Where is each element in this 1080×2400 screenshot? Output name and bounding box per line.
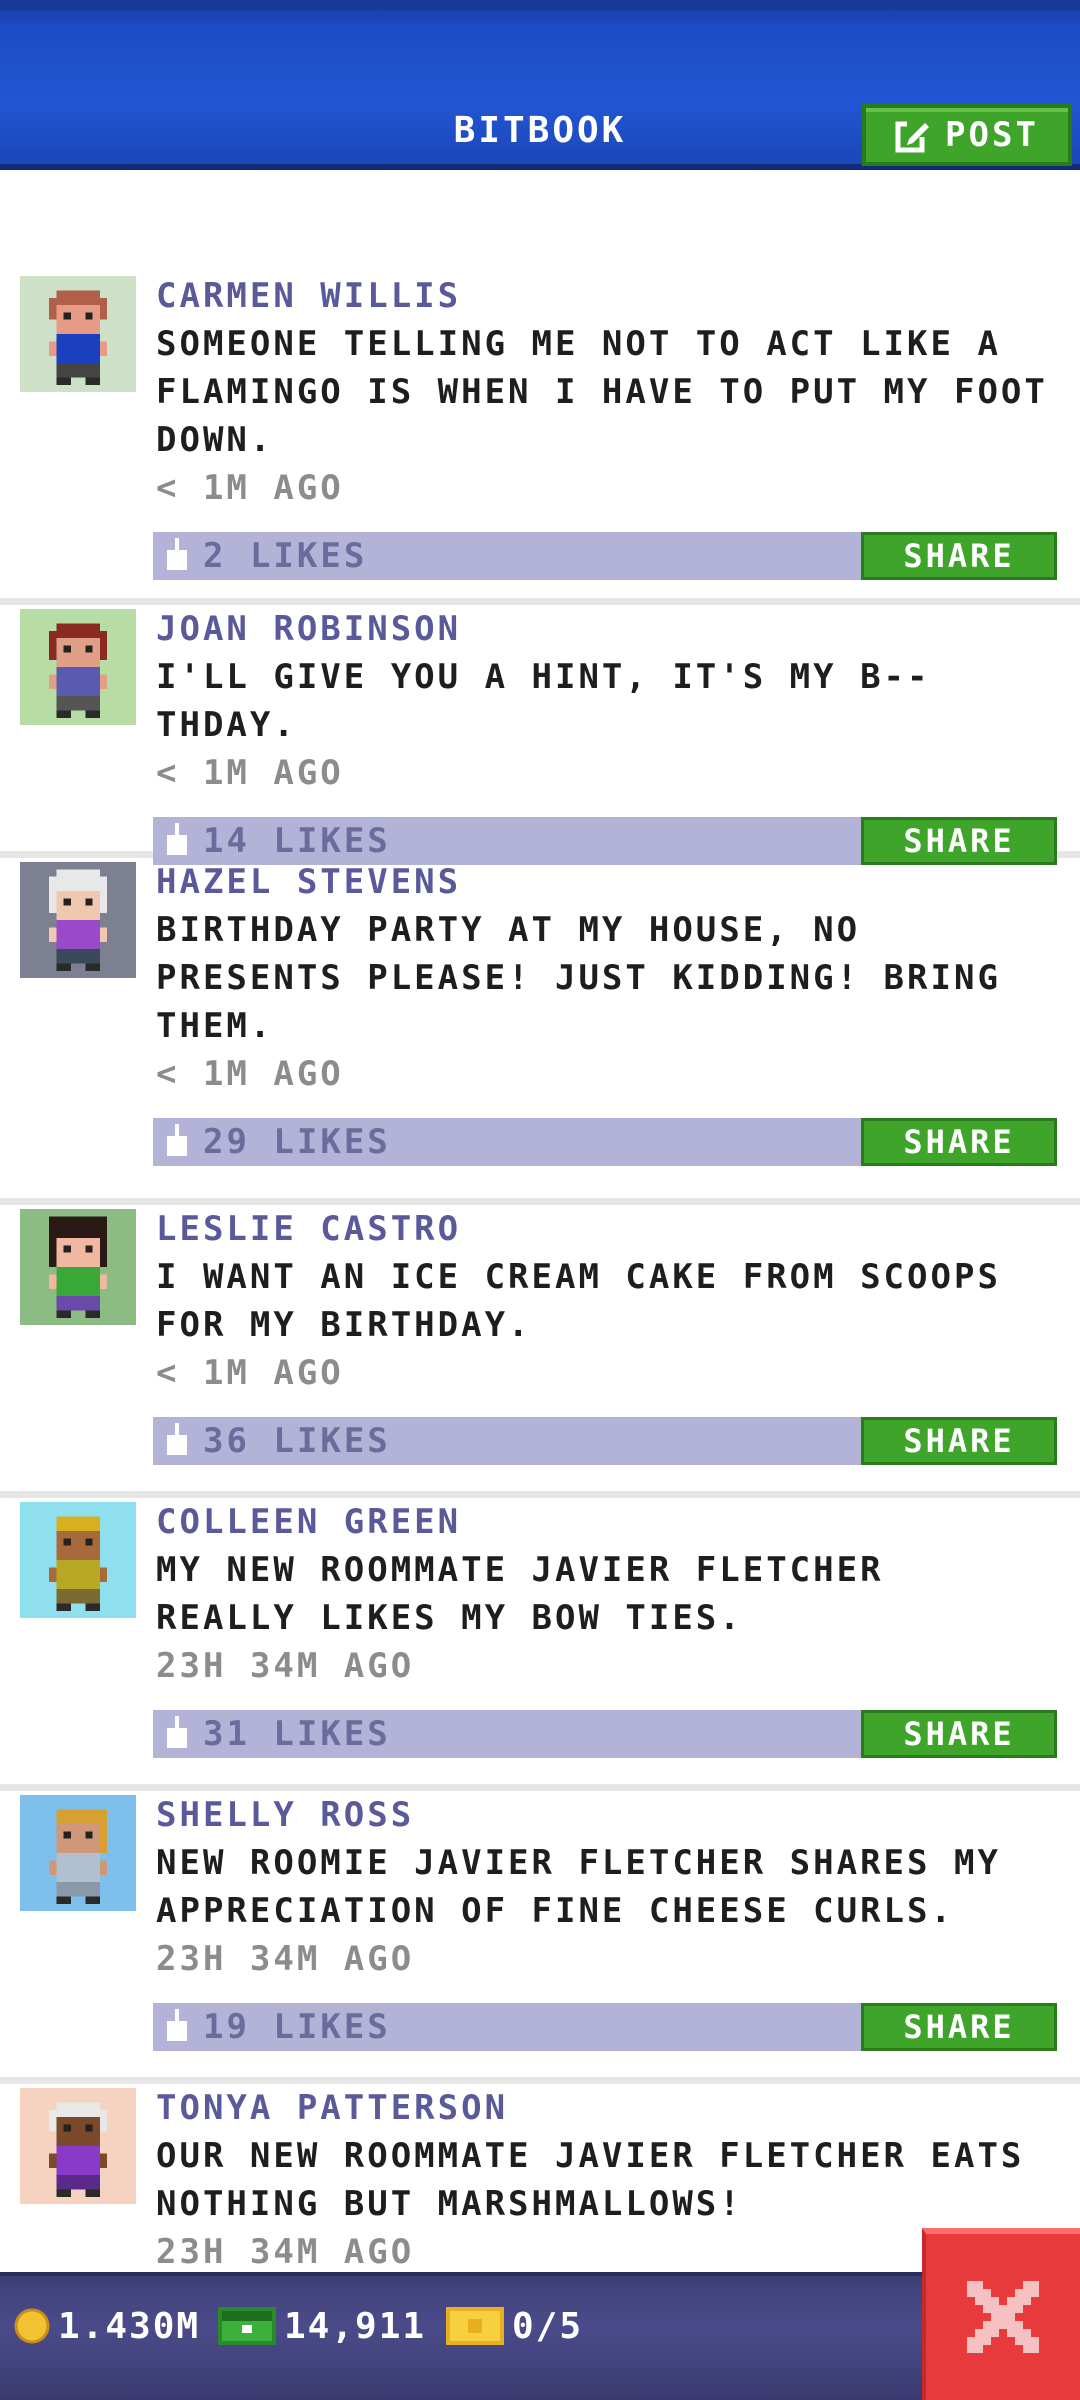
feed-post: HAZEL STEVENS BIRTHDAY PARTY AT MY HOUSE… (0, 858, 1080, 1205)
share-button[interactable]: SHARE (861, 532, 1057, 580)
post-timestamp: < 1M AGO (156, 468, 344, 508)
tickets-value: 0/5 (512, 2305, 584, 2347)
likes-bar: 2 LIKES SHARE (153, 532, 1057, 580)
feed-post: JOAN ROBINSON I'LL GIVE YOU A HINT, IT'S… (0, 605, 1080, 865)
post-author[interactable]: CARMEN WILLIS (156, 272, 1056, 320)
post-timestamp: < 1M AGO (156, 1353, 344, 1393)
coins-stat: 1.430M (14, 2298, 200, 2354)
share-button[interactable]: SHARE (861, 1118, 1057, 1166)
likes-bar: 19 LIKES SHARE (153, 2003, 1057, 2051)
post-message: OUR NEW ROOMMATE JAVIER FLETCHER EATS NO… (156, 2136, 1025, 2224)
bux-value: 14,911 (284, 2305, 427, 2347)
post-message: SOMEONE TELLING ME NOT TO ACT LIKE A FLA… (156, 324, 1048, 460)
edit-icon (895, 121, 930, 153)
like-icon (167, 1716, 187, 1748)
like-icon (167, 1423, 187, 1455)
feed-post: LESLIE CASTRO I WANT AN ICE CREAM CAKE F… (0, 1205, 1080, 1498)
likes-count: 36 LIKES (203, 1421, 391, 1461)
like-icon (167, 823, 187, 855)
bux-stat: 14,911 (218, 2298, 426, 2354)
likes-bar: 31 LIKES SHARE (153, 1710, 1057, 1758)
post-timestamp: 23H 34M AGO (156, 1646, 415, 1686)
like-icon (167, 538, 187, 570)
post-author[interactable]: COLLEEN GREEN (156, 1498, 1056, 1546)
likes-count: 29 LIKES (203, 1122, 391, 1162)
share-button[interactable]: SHARE (861, 2003, 1057, 2051)
feed-post: TONYA PATTERSON OUR NEW ROOMMATE JAVIER … (0, 2084, 1080, 2284)
share-button[interactable]: SHARE (861, 1710, 1057, 1758)
avatar (20, 1502, 136, 1618)
post-author[interactable]: LESLIE CASTRO (156, 1205, 1056, 1253)
tickets-stat: 0/5 (446, 2298, 583, 2354)
avatar (20, 1795, 136, 1911)
post-message: BIRTHDAY PARTY AT MY HOUSE, NO PRESENTS … (156, 910, 1001, 1046)
feed-post: COLLEEN GREEN MY NEW ROOMMATE JAVIER FLE… (0, 1498, 1080, 1791)
post-author[interactable]: HAZEL STEVENS (156, 858, 1056, 906)
share-button[interactable]: SHARE (861, 1417, 1057, 1465)
avatar (20, 2088, 136, 2204)
post-author[interactable]: SHELLY ROSS (156, 1791, 1056, 1839)
avatar (20, 276, 136, 392)
avatar (20, 862, 136, 978)
likes-count: 19 LIKES (203, 2007, 391, 2047)
feed-list: CARMEN WILLIS SOMEONE TELLING ME NOT TO … (0, 272, 1080, 2284)
post-timestamp: 23H 34M AGO (156, 1939, 415, 1979)
close-button[interactable] (922, 2228, 1080, 2400)
feed-post: SHELLY ROSS NEW ROOMIE JAVIER FLETCHER S… (0, 1791, 1080, 2084)
close-icon (967, 2281, 1039, 2353)
avatar (20, 1209, 136, 1325)
like-icon (167, 2009, 187, 2041)
post-message: MY NEW ROOMMATE JAVIER FLETCHER REALLY L… (156, 1550, 884, 1638)
avatar (20, 609, 136, 725)
like-icon (167, 1124, 187, 1156)
coins-value: 1.430M (58, 2305, 201, 2347)
post-author[interactable]: JOAN ROBINSON (156, 605, 1056, 653)
bux-icon (218, 2307, 276, 2345)
post-message: I'LL GIVE YOU A HINT, IT'S MY B--THDAY. (156, 657, 931, 745)
post-button[interactable]: POST (862, 104, 1072, 166)
feed-post: CARMEN WILLIS SOMEONE TELLING ME NOT TO … (0, 272, 1080, 605)
app-header: BITBOOK POST (0, 0, 1080, 170)
post-author[interactable]: TONYA PATTERSON (156, 2084, 1056, 2132)
post-timestamp: < 1M AGO (156, 753, 344, 793)
currency-bar: 1.430M 14,911 0/5 (0, 2272, 1080, 2400)
post-timestamp: < 1M AGO (156, 1054, 344, 1094)
coin-icon (14, 2308, 50, 2344)
post-message: I WANT AN ICE CREAM CAKE FROM SCOOPS FOR… (156, 1257, 1001, 1345)
likes-bar: 36 LIKES SHARE (153, 1417, 1057, 1465)
ticket-icon (446, 2307, 504, 2345)
post-button-label: POST (945, 115, 1039, 155)
post-message: NEW ROOMIE JAVIER FLETCHER SHARES MY APP… (156, 1843, 1001, 1931)
likes-count: 2 LIKES (203, 536, 368, 576)
likes-count: 31 LIKES (203, 1714, 391, 1754)
likes-bar: 29 LIKES SHARE (153, 1118, 1057, 1166)
post-timestamp: 23H 34M AGO (156, 2232, 415, 2272)
